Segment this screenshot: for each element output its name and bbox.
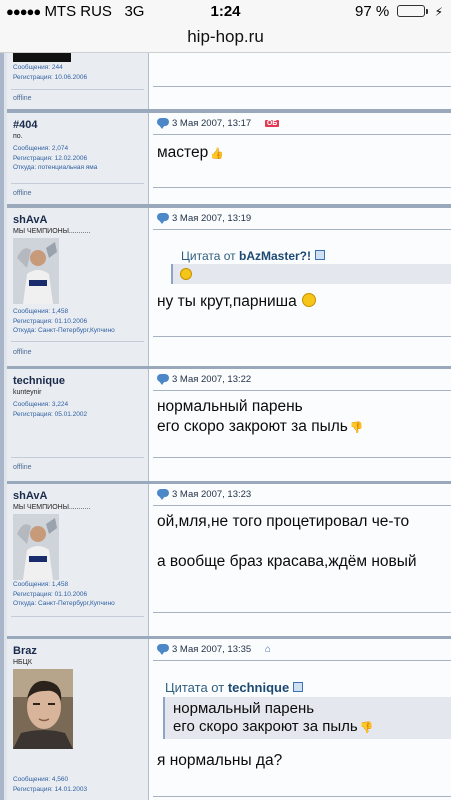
username-link[interactable]: Braz [13, 645, 37, 657]
thumbs-up-smiley-icon: 👍 [210, 148, 224, 160]
post: shAvA МЫ ЧЕМПИОНЫ........... Сообщения: … [7, 206, 451, 368]
post: Сообщения: 244 Регистрация: 10.06.2006 o… [7, 53, 451, 111]
divider [153, 457, 451, 458]
url-text: hip-hop.ru [187, 27, 264, 46]
post-date: 3 Мая 2007, 13:19 [157, 213, 251, 224]
post-message: ну ты крут,парниша [157, 292, 317, 312]
divider [153, 660, 451, 661]
thread-view[interactable]: Сообщения: 244 Регистрация: 10.06.2006 o… [0, 53, 451, 800]
quote-header: Цитата от technique [165, 680, 304, 695]
post-message: ой,мля,не того процетировал че-то а вооб… [157, 513, 417, 570]
quote-author-link[interactable]: bAzMaster?! [239, 249, 311, 263]
quote-author-link[interactable]: technique [228, 680, 289, 695]
user-title: kunteynir [13, 389, 42, 396]
divider [153, 796, 451, 797]
post-content: 3 Мая 2007, 13:19 Цитата от bAzMaster?! … [149, 208, 451, 366]
online-status: offline [13, 95, 32, 102]
post-icon [157, 644, 169, 655]
avatar [13, 514, 59, 580]
post-content [149, 53, 451, 109]
user-stats: Сообщения: 3,224 Регистрация: 05.01.2002 [13, 401, 88, 418]
post-userinfo: #404 по. Сообщения: 2,074 Регистрация: 1… [7, 113, 149, 204]
report-icon[interactable]: ОБ [264, 120, 280, 127]
home-icon[interactable]: ⌂ [265, 644, 271, 655]
online-status: offline [13, 190, 32, 197]
post-message: мастер 👍 [157, 143, 224, 164]
post-userinfo: technique kunteynir Сообщения: 3,224 Рег… [7, 369, 149, 481]
user-stats: Сообщения: 1,458 Регистрация: 01.10.2006… [13, 581, 115, 607]
post-icon [157, 213, 169, 224]
user-stats: Сообщения: 1,458 Регистрация: 01.10.2006… [13, 308, 115, 334]
battery-percent: 97 % [355, 3, 390, 20]
avatar [13, 669, 73, 749]
post-userinfo: shAvA МЫ ЧЕМПИОНЫ........... Сообщения: … [7, 208, 149, 366]
username-link[interactable]: technique [13, 375, 65, 387]
thumbs-down-smiley-icon: 👎 [359, 722, 374, 734]
avatar [13, 53, 71, 62]
post: technique kunteynir Сообщения: 3,224 Рег… [7, 367, 451, 483]
divider [153, 187, 451, 188]
post-userinfo: Braz НБЦК Сообщения: 4,560 Регистрация: … [7, 639, 149, 800]
laughing-smiley-icon [302, 293, 317, 307]
divider [153, 86, 451, 87]
address-bar[interactable]: hip-hop.ru [0, 22, 451, 53]
post-date: 3 Мая 2007, 13:23 [157, 489, 251, 500]
post-icon [157, 374, 169, 385]
username-link[interactable]: shAvA [13, 214, 47, 226]
view-post-icon[interactable] [293, 682, 304, 692]
username-link[interactable]: shAvA [13, 490, 47, 502]
divider [153, 134, 451, 135]
user-stats: Сообщения: 244 Регистрация: 10.06.2006 [13, 64, 88, 81]
username-link[interactable]: #404 [13, 119, 37, 131]
user-title: МЫ ЧЕМПИОНЫ........... [13, 228, 91, 235]
post-content: 3 Мая 2007, 13:35 ⌂ Цитата от technique … [149, 639, 451, 800]
post-content: 3 Мая 2007, 13:17 ОБ мастер 👍 [149, 113, 451, 204]
divider [153, 612, 451, 613]
post-content: 3 Мая 2007, 13:23 ой,мля,не того процети… [149, 484, 451, 636]
divider [153, 505, 451, 506]
user-title: НБЦК [13, 659, 32, 666]
divider [153, 390, 451, 391]
post-icon [157, 489, 169, 500]
post-userinfo: Сообщения: 244 Регистрация: 10.06.2006 o… [7, 53, 149, 109]
charging-icon: ⚡ [434, 5, 443, 19]
quote-box [171, 264, 451, 284]
post-content: 3 Мая 2007, 13:22 нормальный парень его … [149, 369, 451, 481]
post: Braz НБЦК Сообщения: 4,560 Регистрация: … [7, 637, 451, 800]
view-post-icon[interactable] [315, 250, 325, 260]
quote-box: нормальный парень его скоро закроют за п… [163, 697, 451, 739]
post-userinfo: shAvA МЫ ЧЕМПИОНЫ........... Сообщения: … [7, 484, 149, 636]
avatar [13, 238, 59, 304]
thread-border [0, 53, 4, 800]
post: #404 по. Сообщения: 2,074 Регистрация: 1… [7, 111, 451, 206]
online-status: offline [13, 349, 32, 356]
user-stats: Сообщения: 2,074 Регистрация: 12.02.2006… [13, 145, 98, 171]
divider [153, 336, 451, 337]
quote-header: Цитата от bAzMaster?! [181, 249, 325, 263]
user-title: МЫ ЧЕМПИОНЫ........... [13, 504, 91, 511]
post: shAvA МЫ ЧЕМПИОНЫ........... Сообщения: … [7, 482, 451, 638]
user-title: по. [13, 133, 23, 140]
post-icon [157, 118, 169, 129]
online-status: offline [13, 464, 32, 471]
post-date: 3 Мая 2007, 13:35 ⌂ [157, 644, 271, 655]
thumbs-down-smiley-icon: 👎 [349, 422, 364, 434]
divider [153, 229, 451, 230]
post-message: я нормальны да? [157, 752, 283, 769]
battery-icon [397, 5, 429, 17]
user-stats: Сообщения: 4,560 Регистрация: 14.01.2003 [13, 776, 88, 793]
smiley-icon [180, 268, 192, 280]
status-bar: ●●●●● MTS RUS 3G 1:24 97 % ⚡ [0, 0, 451, 22]
post-date: 3 Мая 2007, 13:22 [157, 374, 251, 385]
post-date: 3 Мая 2007, 13:17 ОБ [157, 118, 280, 129]
post-message: нормальный парень его скоро закроют за п… [157, 397, 364, 438]
